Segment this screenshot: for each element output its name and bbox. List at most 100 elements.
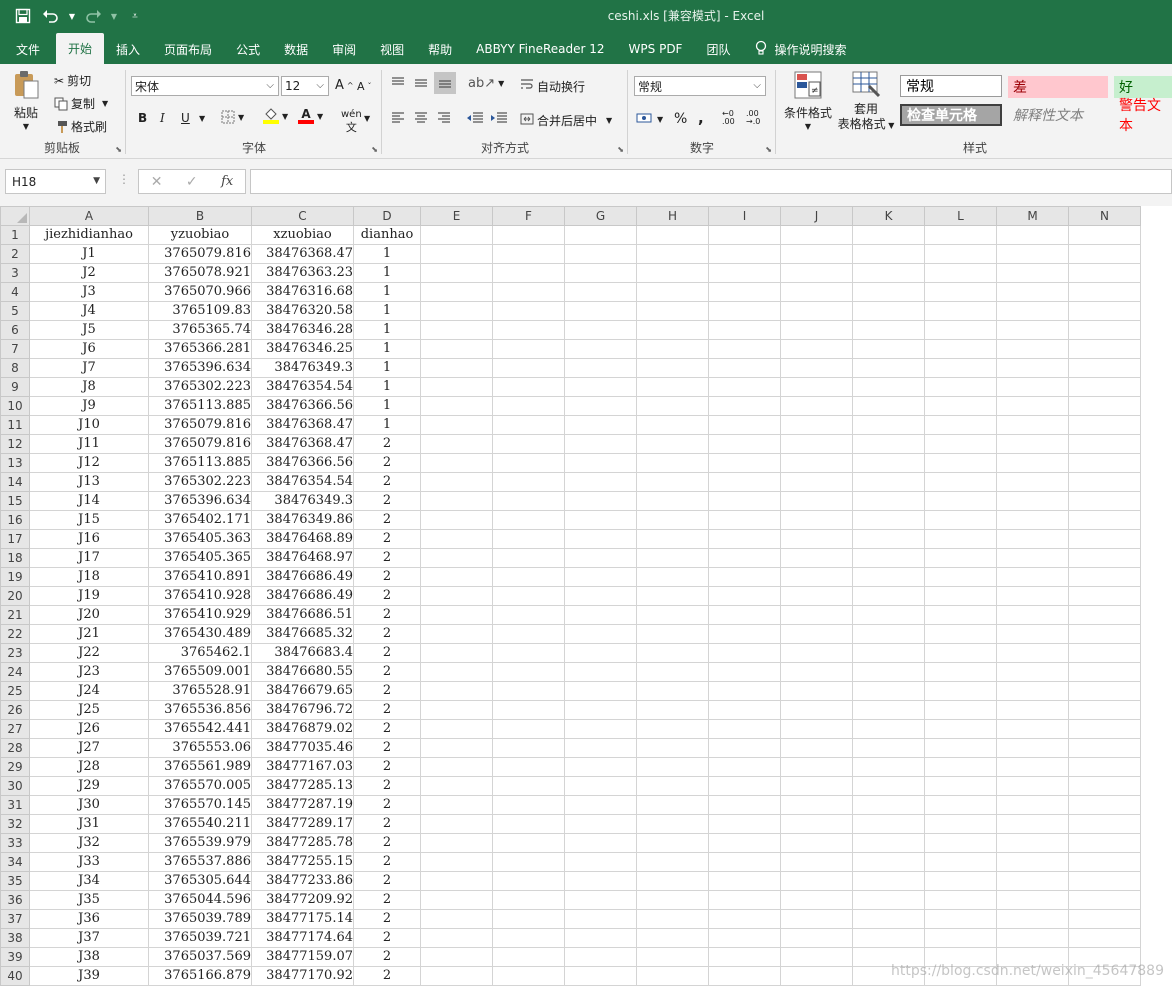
cell[interactable]: J21 [29,624,149,644]
tab-abbyy[interactable]: ABBYY FineReader 12 [464,34,616,64]
cell[interactable] [708,396,781,416]
cell[interactable] [852,548,925,568]
cell[interactable] [708,320,781,340]
cell[interactable] [492,738,565,758]
cell[interactable] [636,434,709,454]
row-header[interactable]: 17 [0,529,30,549]
cell[interactable] [564,377,637,397]
cell[interactable] [492,377,565,397]
cell[interactable] [708,415,781,435]
cell[interactable] [492,263,565,283]
font-name-select[interactable]: 宋体 ⌵ [131,76,279,96]
cell[interactable] [1068,453,1141,473]
cell[interactable]: 3765405.363 [148,529,252,549]
cell[interactable]: J30 [29,795,149,815]
cell[interactable]: 1 [353,320,421,340]
cell[interactable]: 3765537.886 [148,852,252,872]
cell[interactable] [996,244,1069,264]
cell[interactable] [996,700,1069,720]
cell[interactable] [564,301,637,321]
orientation-button[interactable]: ab↗ ▼ [468,76,504,91]
cell[interactable]: J11 [29,434,149,454]
cell[interactable] [492,871,565,891]
cut-button[interactable]: ✂ 剪切 [54,72,91,89]
row-header[interactable]: 23 [0,643,30,663]
cell[interactable] [492,966,565,986]
cell[interactable] [924,719,997,739]
cell[interactable] [636,415,709,435]
cell[interactable] [708,814,781,834]
cell[interactable] [492,396,565,416]
cell[interactable]: 2 [353,681,421,701]
borders-button[interactable]: ▼ [221,110,244,124]
cell[interactable]: J13 [29,472,149,492]
cell[interactable] [996,605,1069,625]
cell[interactable] [780,605,853,625]
column-header[interactable]: F [492,206,565,226]
cell[interactable] [924,225,997,245]
tab-help[interactable]: 帮助 [416,34,464,64]
cell[interactable] [780,700,853,720]
cell[interactable]: J9 [29,396,149,416]
cell[interactable]: 3765044.596 [148,890,252,910]
cell[interactable] [708,757,781,777]
cell[interactable] [1068,339,1141,359]
cell[interactable] [636,814,709,834]
cell[interactable] [708,453,781,473]
cell[interactable] [1068,757,1141,777]
column-header[interactable]: A [29,206,149,226]
row-header[interactable]: 36 [0,890,30,910]
row-header[interactable]: 12 [0,434,30,454]
style-warning[interactable]: 警告文本 [1114,98,1172,134]
cell[interactable]: 2 [353,662,421,682]
cell[interactable]: 38476368.47 [251,244,354,264]
cell[interactable] [708,871,781,891]
cell[interactable] [564,947,637,967]
cell[interactable]: 1 [353,415,421,435]
grow-font-button[interactable]: A ^ [335,78,354,93]
cell[interactable]: J16 [29,529,149,549]
row-header[interactable]: 4 [0,282,30,302]
cell[interactable] [1068,852,1141,872]
cell[interactable]: 1 [353,244,421,264]
cell[interactable] [492,681,565,701]
cell[interactable] [564,624,637,644]
cell[interactable] [924,472,997,492]
cell[interactable] [1068,738,1141,758]
cell[interactable] [492,586,565,606]
cell[interactable] [780,491,853,511]
cell[interactable] [708,434,781,454]
row-header[interactable]: 28 [0,738,30,758]
cell[interactable]: 3765078.921 [148,263,252,283]
cell[interactable] [924,586,997,606]
cell[interactable] [492,548,565,568]
row-header[interactable]: 26 [0,700,30,720]
cell[interactable] [780,453,853,473]
cell[interactable] [852,928,925,948]
cell[interactable]: 3765528.91 [148,681,252,701]
cell[interactable] [852,738,925,758]
row-header[interactable]: 35 [0,871,30,891]
cell[interactable] [852,852,925,872]
cell[interactable]: J7 [29,358,149,378]
cell[interactable] [924,681,997,701]
cell[interactable] [420,700,493,720]
cell[interactable] [492,890,565,910]
cell[interactable] [780,434,853,454]
cell[interactable] [1068,320,1141,340]
column-header[interactable]: B [148,206,252,226]
cell[interactable]: 38476468.97 [251,548,354,568]
column-header[interactable]: C [251,206,354,226]
cell[interactable]: J27 [29,738,149,758]
cell[interactable] [780,225,853,245]
cell[interactable] [564,339,637,359]
insert-function-icon[interactable]: fx [221,174,233,189]
cell[interactable] [636,320,709,340]
cell[interactable]: J33 [29,852,149,872]
cell[interactable] [636,548,709,568]
cell[interactable] [780,548,853,568]
cell[interactable]: 1 [353,396,421,416]
cell[interactable] [996,871,1069,891]
cell[interactable] [564,415,637,435]
cell[interactable] [636,966,709,986]
